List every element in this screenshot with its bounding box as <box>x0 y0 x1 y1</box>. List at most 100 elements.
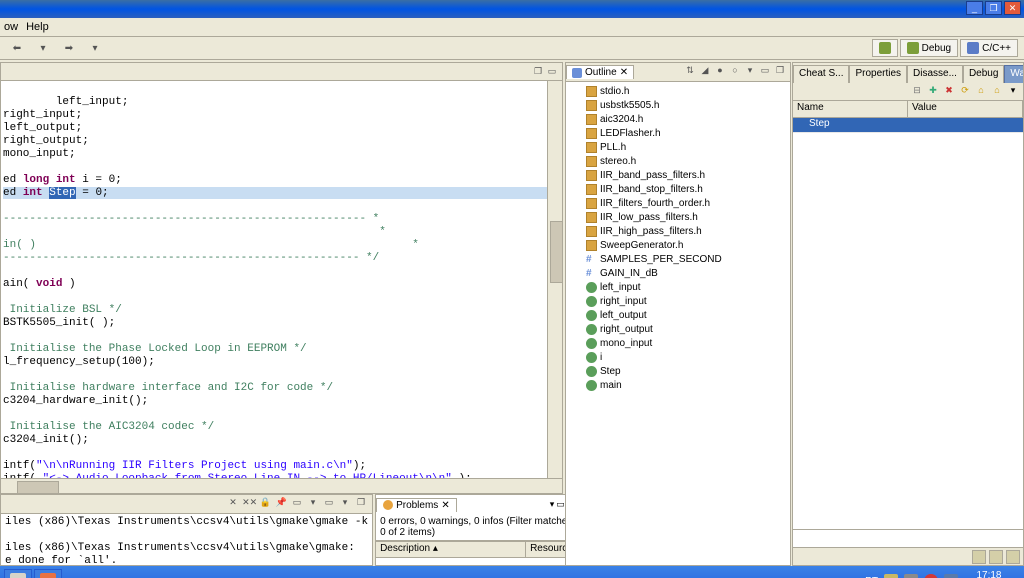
watch-expression-input[interactable] <box>793 529 1023 547</box>
outline-tab[interactable]: Outline ✕ <box>566 65 634 79</box>
outline-item[interactable]: PLL.h <box>568 140 788 154</box>
tray-icon1[interactable] <box>884 574 898 578</box>
nav-back-menu[interactable]: ▾ <box>32 39 54 57</box>
console-display-icon[interactable]: ▭ <box>290 497 304 511</box>
watch-row-step[interactable]: Step <box>793 118 1023 133</box>
outline-tree[interactable]: stdio.husbstk5505.haic3204.hLEDFlasher.h… <box>566 82 790 565</box>
console-min-icon[interactable]: ▾ <box>338 497 352 511</box>
outline-item[interactable]: i <box>568 350 788 364</box>
problems-tab[interactable]: Problems ✕ <box>376 498 457 512</box>
code-editor[interactable]: ❐ ▭ left_input; right_input; left_output… <box>0 62 563 494</box>
outline-item[interactable]: right_input <box>568 294 788 308</box>
outline-item[interactable]: SAMPLES_PER_SECOND <box>568 252 788 266</box>
tray-icon4[interactable] <box>944 574 958 578</box>
console-open-icon[interactable]: ▭ <box>322 497 336 511</box>
watch-new-icon[interactable]: ⌂ <box>990 85 1004 99</box>
outline-item[interactable]: left_input <box>568 280 788 294</box>
footer-btn2[interactable] <box>989 550 1003 564</box>
watch-collapse-icon[interactable]: ⊟ <box>910 85 924 99</box>
watch-tab[interactable]: Disasse... <box>907 65 963 83</box>
outline-menu-icon[interactable]: ▾ <box>743 65 757 79</box>
outline-item[interactable]: GAIN_IN_dB <box>568 266 788 280</box>
console-pin-icon[interactable]: 📌 <box>274 497 288 511</box>
console-new-icon[interactable]: ▾ <box>306 497 320 511</box>
outline-item[interactable]: IIR_band_stop_filters.h <box>568 182 788 196</box>
col-value[interactable]: Value <box>908 101 1023 117</box>
watch-table[interactable]: Name Value Step <box>793 101 1023 529</box>
nav-back-button[interactable]: ⬅ <box>6 39 28 57</box>
perspective-ccpp[interactable]: C/C++ <box>960 39 1018 57</box>
menu-help[interactable]: Help <box>26 21 49 33</box>
outline-item[interactable]: left_output <box>568 308 788 322</box>
outline-item[interactable]: aic3204.h <box>568 112 788 126</box>
remove-button[interactable]: ✕ <box>226 497 240 511</box>
outline-max-icon[interactable]: ❐ <box>773 65 787 79</box>
include-icon <box>586 212 597 223</box>
outline-item[interactable]: stereo.h <box>568 154 788 168</box>
editor-minimize-icon[interactable]: ▭ <box>546 66 558 78</box>
title-bar: _ ❐ ✕ <box>0 0 1024 18</box>
tab-close-icon[interactable]: ✕ <box>620 67 628 78</box>
horizontal-scrollbar[interactable] <box>1 478 562 493</box>
outline-item[interactable]: Step <box>568 364 788 378</box>
footer-btn1[interactable] <box>972 550 986 564</box>
outline-item[interactable]: usbstk5505.h <box>568 98 788 112</box>
outline-min-icon[interactable]: ▭ <box>758 65 772 79</box>
outline-sort-icon[interactable]: ⇅ <box>683 65 697 79</box>
tab-close-icon[interactable]: ✕ <box>441 500 449 511</box>
outline-item[interactable]: main <box>568 378 788 392</box>
nav-fwd-menu[interactable]: ▾ <box>84 39 106 57</box>
vertical-scrollbar[interactable] <box>547 81 562 478</box>
outline-item[interactable]: IIR_band_pass_filters.h <box>568 168 788 182</box>
variable-icon <box>586 366 597 377</box>
tray-icon2[interactable] <box>904 574 918 578</box>
console-output[interactable]: iles (x86)\Texas Instruments\ccsv4\utils… <box>1 514 372 565</box>
watch-tab[interactable]: Cheat S... <box>793 65 849 83</box>
open-perspective-button[interactable] <box>872 39 898 57</box>
outline-filter3-icon[interactable]: ○ <box>728 65 742 79</box>
outline-item[interactable]: stdio.h <box>568 84 788 98</box>
view-menu-icon[interactable]: ▾ <box>550 499 555 510</box>
outline-filter1-icon[interactable]: ◢ <box>698 65 712 79</box>
maximize-button[interactable]: ❐ <box>985 1 1002 15</box>
watch-tab[interactable]: Debug <box>963 65 1004 83</box>
console-toolbar: ✕ ✕✕ 🔒 📌 ▭ ▾ ▭ ▾ ❐ <box>1 495 372 514</box>
problems-table[interactable]: Description ▴ Resource <box>376 541 578 565</box>
watch-tab[interactable]: Properties <box>849 65 907 83</box>
outline-item[interactable]: IIR_filters_fourth_order.h <box>568 196 788 210</box>
col-name[interactable]: Name <box>793 101 908 117</box>
watch-tab[interactable]: Watch (1) ✕ <box>1004 65 1023 83</box>
outline-filter2-icon[interactable]: ● <box>713 65 727 79</box>
code-content[interactable]: left_input; right_input; left_output; ri… <box>1 81 562 478</box>
editor-maximize-icon[interactable]: ❐ <box>532 66 544 78</box>
watch-remove-icon[interactable]: ✖ <box>942 85 956 99</box>
col-description[interactable]: Description ▴ <box>376 542 526 557</box>
remove-all-button[interactable]: ✕✕ <box>242 497 256 511</box>
outline-item[interactable]: IIR_high_pass_filters.h <box>568 224 788 238</box>
watch-add-icon[interactable]: ✚ <box>926 85 940 99</box>
outline-item[interactable]: mono_input <box>568 336 788 350</box>
close-button[interactable]: ✕ <box>1004 1 1021 15</box>
nav-fwd-button[interactable]: ➡ <box>58 39 80 57</box>
outline-item[interactable]: IIR_low_pass_filters.h <box>568 210 788 224</box>
view-min-icon[interactable]: ▭ <box>556 499 565 510</box>
menu-window[interactable]: ow <box>4 21 18 33</box>
bug-icon <box>907 42 919 54</box>
outline-item[interactable]: SweepGenerator.h <box>568 238 788 252</box>
watch-home-icon[interactable]: ⌂ <box>974 85 988 99</box>
tray-icon3[interactable] <box>924 574 938 578</box>
view-max-icon[interactable]: ❐ <box>354 497 368 511</box>
console-lock-icon[interactable]: 🔒 <box>258 497 272 511</box>
minimize-button[interactable]: _ <box>966 1 983 15</box>
tray-clock[interactable]: 17:1828/04/2015 <box>964 570 1014 578</box>
outline-label: i <box>600 352 602 363</box>
perspective-debug[interactable]: Debug <box>900 39 958 57</box>
outline-item[interactable]: right_output <box>568 322 788 336</box>
windows-taskbar: PT 17:1828/04/2015 <box>0 566 1024 578</box>
footer-btn3[interactable] <box>1006 550 1020 564</box>
watch-refresh-icon[interactable]: ⟳ <box>958 85 972 99</box>
outline-item[interactable]: LEDFlasher.h <box>568 126 788 140</box>
taskbar-app1[interactable] <box>4 569 32 578</box>
taskbar-app2[interactable] <box>34 569 62 578</box>
watch-menu-icon[interactable]: ▾ <box>1006 85 1020 99</box>
